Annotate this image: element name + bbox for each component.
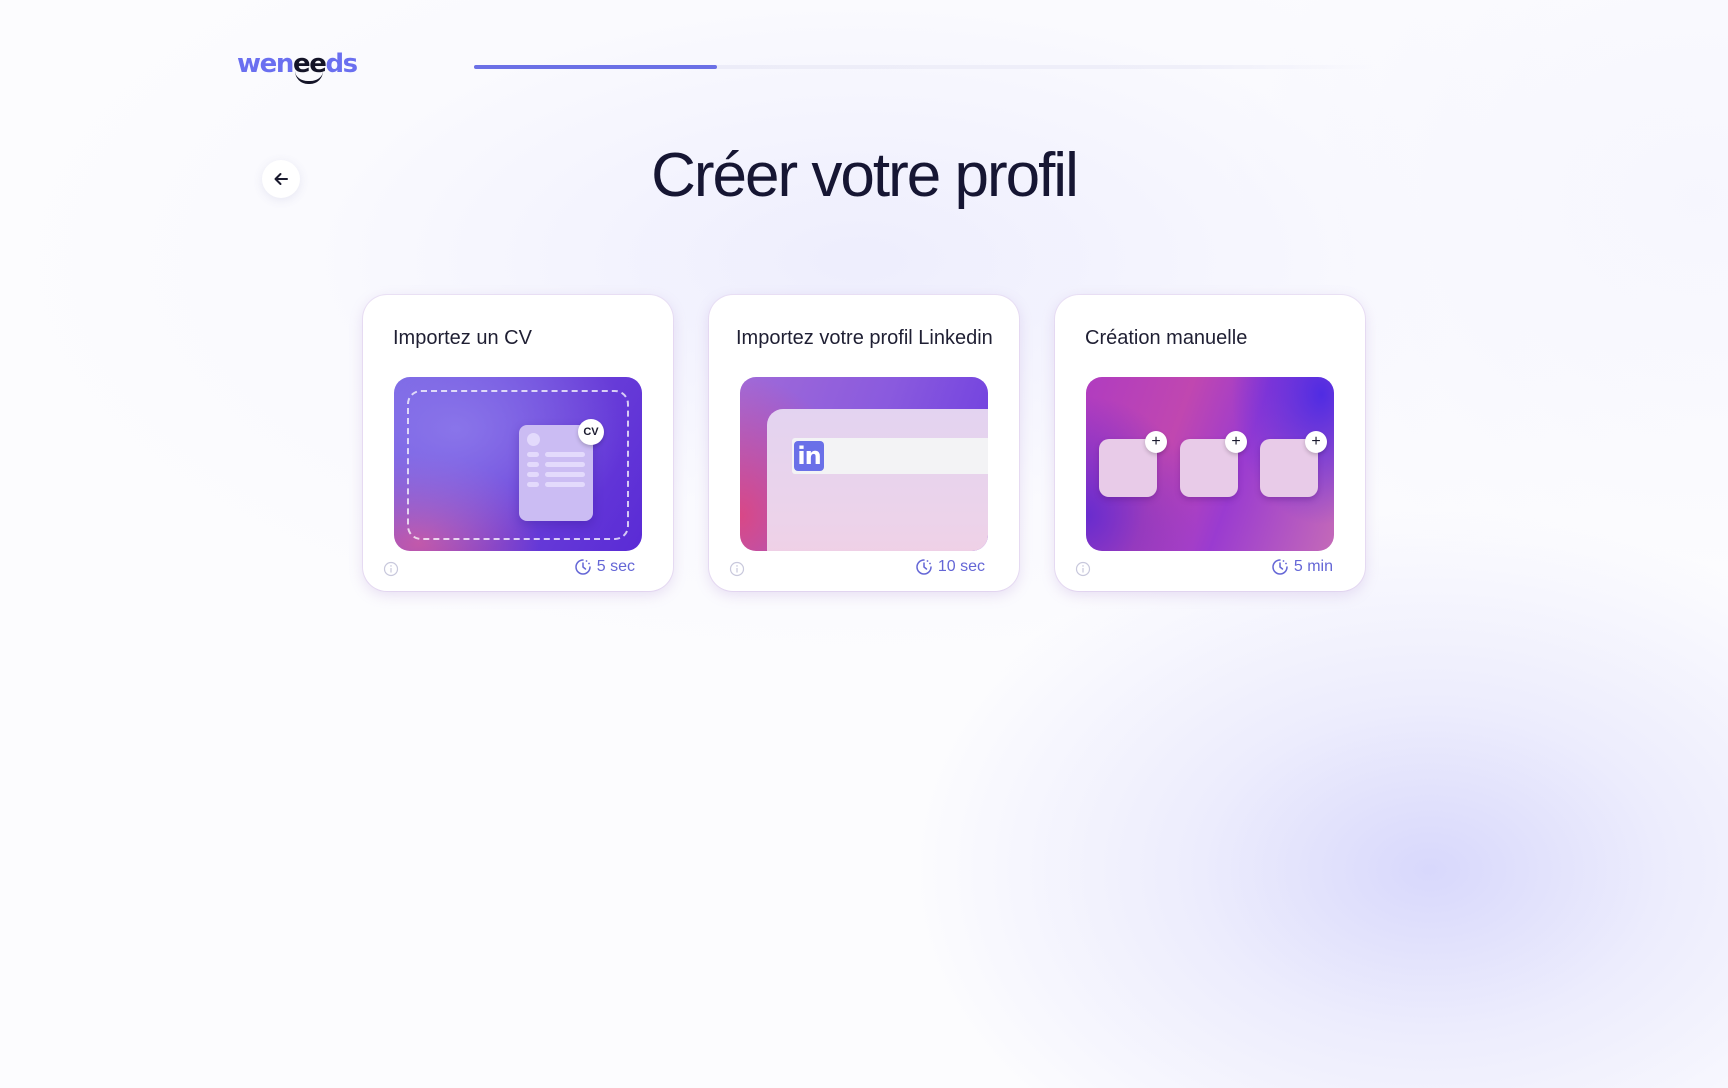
logo-wordmark: wenee ds [237,49,358,84]
progress-bar-fill [474,65,717,69]
logo-eyes: ee [293,49,327,84]
duration-label: 5 sec [574,558,635,576]
profile-panel [767,409,988,551]
logo-smile-icon [295,71,324,84]
card-title: Création manuelle [1085,327,1248,349]
duration-label: 10 sec [915,558,985,576]
manual-creation-illustration: + + + [1086,377,1334,551]
progress-bar [474,65,1374,69]
page-title: Créer votre profil [651,141,1079,210]
card-title: Importez un CV [393,327,532,349]
plus-icon: + [1305,431,1327,453]
card-title: Importez votre profil Linkedin [736,327,993,349]
linkedin-import-illustration: in [740,377,988,551]
timer-icon [575,559,591,575]
option-card-linkedin-import[interactable]: Importez votre profil Linkedin in 10 sec [709,295,1019,591]
plus-icon: + [1225,431,1247,453]
cv-upload-illustration: CV [394,377,642,551]
duration-text: 10 sec [937,558,985,575]
timer-icon [916,559,932,575]
linkedin-icon: in [794,441,824,471]
logo-part-start: wen [237,49,294,79]
timer-icon [1272,559,1288,575]
duration-label: 5 min [1271,558,1333,576]
plus-icon: + [1145,431,1167,453]
option-card-manual-creation[interactable]: Création manuelle + + + 5 min [1055,295,1365,591]
dropzone-border [407,390,629,540]
brand-logo[interactable]: wenee ds [237,44,358,84]
info-icon[interactable] [1075,561,1091,577]
duration-text: 5 sec [596,558,635,575]
option-card-cv-import[interactable]: Importez un CV CV 5 sec [363,295,673,591]
logo-part-end: ds [325,49,358,79]
info-icon[interactable] [383,561,399,577]
duration-text: 5 min [1293,558,1333,575]
cv-badge: CV [578,419,604,445]
info-icon[interactable] [729,561,745,577]
